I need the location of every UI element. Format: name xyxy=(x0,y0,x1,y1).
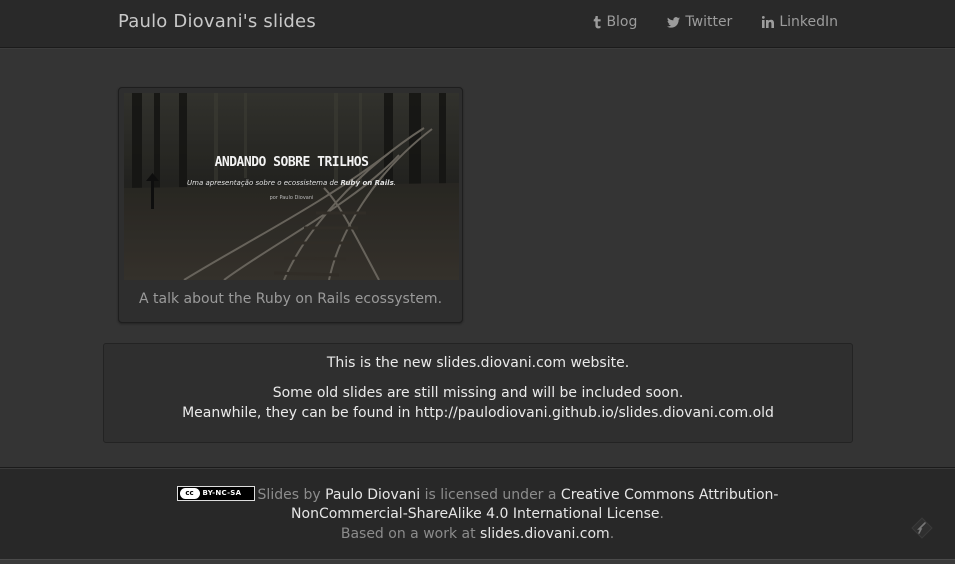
nav-link-blog[interactable]: Blog xyxy=(593,14,637,30)
site-title[interactable]: Paulo Diovani's slides xyxy=(118,11,316,32)
slide-author-text: por Paulo Diovani xyxy=(269,195,314,201)
nav-link-linkedin[interactable]: LinkedIn xyxy=(762,14,838,30)
footer: cc BY-NC-SA Slides by Paulo Diovani is l… xyxy=(0,467,955,564)
footer-license-line-2: NonCommercial-ShareAlike 4.0 Internation… xyxy=(291,506,664,522)
notice-box: This is the new slides.diovani.com websi… xyxy=(103,343,853,443)
nav-link-twitter[interactable]: Twitter xyxy=(667,14,732,30)
footer-source-line: Based on a work at slides.diovani.com. xyxy=(340,526,615,542)
slide-title-text: ANDANDO SOBRE TRILHOS xyxy=(214,155,369,170)
nav-links: Blog Twitter LinkedIn xyxy=(593,14,838,30)
feather-icon xyxy=(910,516,934,544)
cc-icon: cc xyxy=(179,488,200,499)
source-site-link[interactable]: slides.diovani.com xyxy=(480,526,610,542)
slide-card[interactable]: ANDANDO SOBRE TRILHOS Uma apresentação s… xyxy=(118,87,463,323)
footer-license-line-1: cc BY-NC-SA Slides by Paulo Diovani is l… xyxy=(0,486,955,503)
license-link-part-2[interactable]: NonCommercial-ShareAlike 4.0 Internation… xyxy=(291,506,659,522)
slide-subtitle-text: Uma apresentação sobre o ecossistema de … xyxy=(187,179,396,187)
nav-link-blog-label: Blog xyxy=(606,14,638,30)
nav-link-linkedin-label: LinkedIn xyxy=(779,14,838,30)
cc-badge-text: BY-NC-SA xyxy=(202,489,242,497)
twitter-icon xyxy=(667,16,681,28)
linkedin-icon xyxy=(762,16,775,28)
bottom-strip xyxy=(0,559,955,564)
tumblr-icon xyxy=(593,15,602,29)
notice-line-2: Some old slides are still missing and wi… xyxy=(272,385,684,401)
license-link-part-1[interactable]: Creative Commons Attribution- xyxy=(561,487,779,503)
cc-license-badge[interactable]: cc BY-NC-SA xyxy=(176,486,255,501)
author-link[interactable]: Paulo Diovani xyxy=(325,487,420,503)
nav-link-twitter-label: Twitter xyxy=(685,14,733,30)
slide-thumbnail[interactable]: ANDANDO SOBRE TRILHOS Uma apresentação s… xyxy=(124,93,459,280)
slide-caption[interactable]: A talk about the Ruby on Rails ecossyste… xyxy=(119,291,462,307)
navbar: Paulo Diovani's slides Blog Twitter Link… xyxy=(0,0,955,48)
notice-line-1: This is the new slides.diovani.com websi… xyxy=(326,355,630,371)
notice-line-3: Meanwhile, they can be found in http://p… xyxy=(182,405,774,421)
